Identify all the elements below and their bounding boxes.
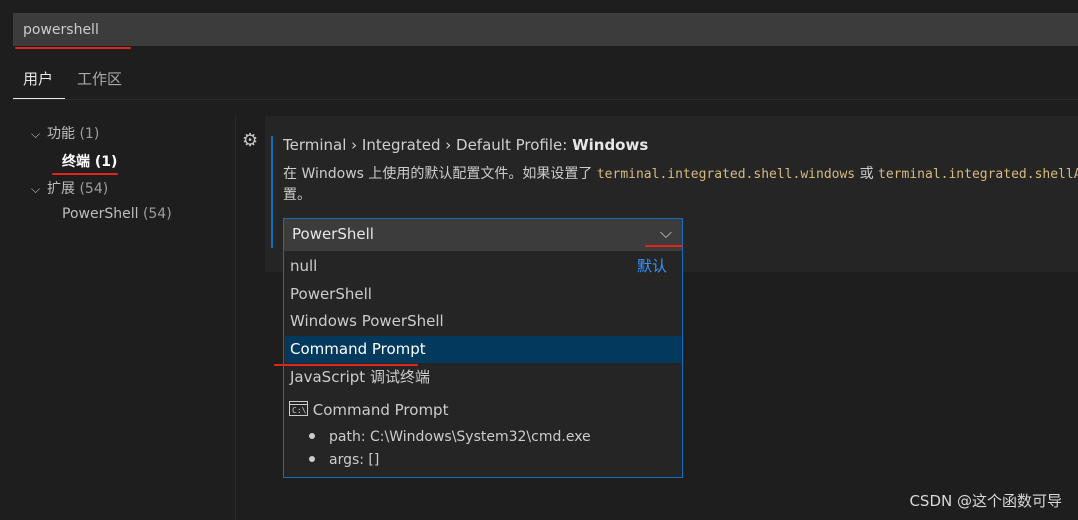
- description-text: 或: [855, 166, 879, 182]
- description-text: 置。: [283, 187, 311, 203]
- toc-label: 终端: [62, 154, 90, 170]
- annotation-underline: [274, 364, 418, 366]
- toc-count: (54): [79, 181, 109, 197]
- toc-count: (1): [94, 154, 118, 170]
- default-badge: 默认: [636, 257, 667, 275]
- focus-indicator: [271, 136, 273, 248]
- setting-breadcrumb: Terminal › Integrated › Default Profile:: [283, 136, 568, 154]
- tab-user[interactable]: 用户: [23, 68, 53, 98]
- option-label: JavaScript 调试终端: [290, 368, 430, 386]
- detail-args: args: []: [309, 452, 379, 468]
- toc-count: (54): [142, 206, 172, 222]
- annotation-underline: [52, 173, 118, 175]
- detail-path: path: C:\Windows\System32\cmd.exe: [309, 429, 591, 445]
- detail-title: Command Prompt: [312, 401, 449, 419]
- option-detail: C:\ Command Prompt path: C:\Windows\Syst…: [289, 401, 679, 468]
- active-tab-indicator: [13, 98, 65, 99]
- toc-label: 功能: [47, 126, 75, 142]
- settings-search-box[interactable]: [13, 13, 1078, 46]
- toc-item-terminal[interactable]: 终端 (1): [62, 151, 117, 171]
- description-text: 在 Windows 上使用的默认配置文件。如果设置了: [283, 166, 597, 182]
- annotation-underline: [15, 47, 131, 49]
- select-value: PowerShell: [292, 225, 374, 243]
- watermark: CSDN @这个函数可导: [909, 492, 1062, 510]
- toc-divider: [235, 116, 236, 520]
- option-label: PowerShell: [290, 285, 372, 303]
- toc-count: (1): [79, 126, 100, 142]
- setting-description: 在 Windows 上使用的默认配置文件。如果设置了 terminal.inte…: [283, 164, 1078, 206]
- detail-path-text: path: C:\Windows\System32\cmd.exe: [329, 429, 591, 445]
- chevron-down-icon: ⌵: [31, 182, 41, 196]
- code-shellargs-windows: terminal.integrated.shellArgs.windows: [878, 167, 1078, 182]
- chevron-down-icon: ⌵: [31, 127, 41, 141]
- toc-label: 扩展: [47, 181, 75, 197]
- dropdown-option-powershell[interactable]: PowerShell: [285, 281, 681, 308]
- detail-args-text: args: []: [329, 452, 380, 468]
- option-label: Windows PowerShell: [290, 312, 444, 330]
- setting-title: Terminal › Integrated › Default Profile:…: [283, 136, 648, 154]
- gear-icon[interactable]: ⚙: [242, 131, 262, 151]
- default-profile-select[interactable]: PowerShell ⌵: [283, 218, 683, 250]
- chevron-down-icon[interactable]: ⌵: [660, 223, 672, 243]
- option-label: Command Prompt: [290, 340, 426, 358]
- dropdown-option-null[interactable]: null 默认: [285, 253, 681, 280]
- tab-workspace[interactable]: 工作区: [77, 68, 122, 98]
- dropdown-option-command-prompt[interactable]: Command Prompt: [285, 336, 681, 363]
- bullet: [309, 433, 315, 439]
- code-shell-windows: terminal.integrated.shell.windows: [596, 167, 856, 182]
- toc-item-extensions[interactable]: ⌵ 扩展 (54): [31, 178, 108, 198]
- bullet: [309, 456, 315, 462]
- toc-item-powershell[interactable]: PowerShell (54): [62, 206, 172, 222]
- search-input[interactable]: [23, 13, 723, 46]
- terminal-icon-text: C:\: [292, 406, 307, 415]
- toc-label: PowerShell: [62, 206, 139, 222]
- tabs-divider: [13, 99, 1078, 100]
- annotation-underline: [645, 245, 683, 247]
- toc-item-features[interactable]: ⌵ 功能 (1): [31, 123, 99, 143]
- terminal-icon: C:\: [289, 401, 308, 416]
- dropdown-option-windows-powershell[interactable]: Windows PowerShell: [285, 308, 681, 335]
- option-label: null: [290, 257, 318, 275]
- setting-name: Windows: [572, 136, 649, 154]
- dropdown-option-javascript-debug[interactable]: JavaScript 调试终端: [285, 364, 681, 391]
